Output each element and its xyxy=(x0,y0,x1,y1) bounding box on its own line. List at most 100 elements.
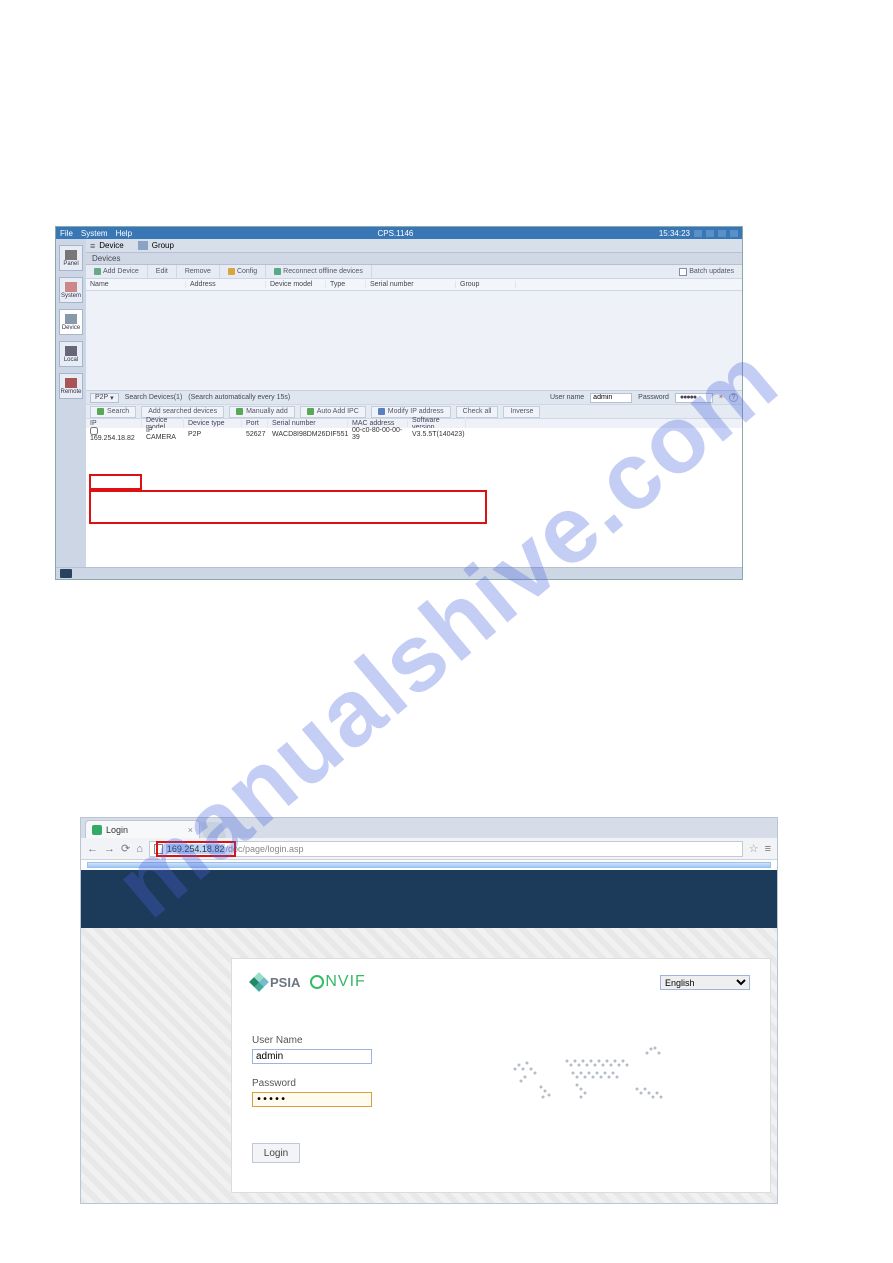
tab-title: Login xyxy=(106,825,128,835)
tab-close-icon[interactable]: × xyxy=(188,825,193,835)
result-row[interactable]: 169.254.18.82 IP CAMERA P2P 52627 WACD8I… xyxy=(86,428,742,440)
manually-add-button[interactable]: Manually add xyxy=(229,406,295,418)
device-toolbar: Add Device Edit Remove Config Reconnect … xyxy=(86,265,742,279)
row-checkbox[interactable] xyxy=(90,427,98,435)
p2p-dropdown[interactable]: P2P ▾ xyxy=(90,393,119,403)
nav-system[interactable]: System xyxy=(59,277,83,303)
reconnect-label: Reconnect offline devices xyxy=(283,268,363,275)
psia-icon xyxy=(249,972,269,992)
add-device-label: Add Device xyxy=(103,268,139,275)
cell-sn: WACD8I98DM26DIF551 xyxy=(268,431,348,438)
password-input[interactable] xyxy=(252,1092,372,1107)
reconnect-button[interactable]: Reconnect offline devices xyxy=(266,265,372,278)
password-label: Password xyxy=(638,394,669,401)
home-icon[interactable]: ⌂ xyxy=(136,843,143,855)
lock-icon[interactable] xyxy=(694,230,702,237)
refresh-icon xyxy=(274,268,281,275)
checkbox-icon[interactable] xyxy=(679,268,687,276)
page-hero xyxy=(81,870,777,928)
menu-file[interactable]: File xyxy=(60,229,73,238)
edit-button[interactable]: Edit xyxy=(148,265,177,278)
page-icon xyxy=(154,844,163,854)
result-blank xyxy=(86,468,742,567)
world-map-graphic xyxy=(497,1039,687,1119)
app-title: CPS.1146 xyxy=(132,229,659,238)
login-button[interactable]: Login xyxy=(252,1143,300,1163)
nav-remote[interactable]: Remote xyxy=(59,373,83,399)
language-select-wrap: English xyxy=(660,975,750,990)
psia-logo: PSIA xyxy=(252,975,300,990)
cell-sv: V3.5.5T(140423) xyxy=(408,431,466,438)
inverse-button[interactable]: Inverse xyxy=(503,406,540,418)
config-label: Config xyxy=(237,268,257,275)
forward-icon[interactable]: → xyxy=(104,843,115,855)
cms-titlebar: File System Help CPS.1146 15:34:23 xyxy=(56,227,742,239)
auto-add-button[interactable]: Auto Add IPC xyxy=(300,406,366,418)
browser-tabstrip: Login × xyxy=(81,818,777,838)
plus-icon xyxy=(236,408,243,415)
nav-local[interactable]: Local xyxy=(59,341,83,367)
nav-device[interactable]: Device xyxy=(59,309,83,335)
result-columns: IP Device model Device type Port Serial … xyxy=(86,418,742,428)
camera-icon xyxy=(60,569,72,578)
search-hint: (Search automatically every 15s) xyxy=(188,394,290,401)
plus-icon xyxy=(94,268,101,275)
manually-label: Manually add xyxy=(246,408,288,415)
autoadd-label: Auto Add IPC xyxy=(317,408,359,415)
col-group: Group xyxy=(456,281,516,288)
cell-mac: 00-c0-80-00-00-39 xyxy=(348,427,408,441)
status-bar xyxy=(56,567,742,579)
nav-panel-label: Panel xyxy=(63,261,78,267)
back-icon[interactable]: ← xyxy=(87,843,98,855)
nav-system-label: System xyxy=(61,293,81,299)
menu-system[interactable]: System xyxy=(81,229,108,238)
device-icon xyxy=(65,314,77,324)
close-small-icon[interactable]: × xyxy=(719,394,723,401)
close-icon[interactable] xyxy=(730,230,738,237)
add-device-button[interactable]: Add Device xyxy=(86,265,148,278)
username-input[interactable] xyxy=(252,1049,372,1064)
col-serial: Serial number xyxy=(366,281,456,288)
cell-dt: P2P xyxy=(184,431,242,438)
nav-device-label: Device xyxy=(62,325,80,331)
rcol-sn: Serial number xyxy=(268,420,348,427)
help-icon[interactable]: ? xyxy=(729,393,738,402)
user-name-input[interactable] xyxy=(590,393,632,403)
nav-panel[interactable]: Panel xyxy=(59,245,83,271)
config-button[interactable]: Config xyxy=(220,265,266,278)
result-blank xyxy=(86,454,742,468)
url-input[interactable]: 169.254.18.82/doc/page/login.asp xyxy=(149,841,743,857)
reload-icon[interactable]: ⟳ xyxy=(121,842,130,855)
onvif-o-icon xyxy=(310,975,324,989)
menu-icon[interactable]: ≡ xyxy=(765,843,771,855)
browser-tab[interactable]: Login × xyxy=(85,820,200,838)
remote-icon xyxy=(65,378,77,388)
password-dots[interactable]: ●●●●● xyxy=(675,393,713,403)
menu-help[interactable]: Help xyxy=(116,229,132,238)
minimize-icon[interactable] xyxy=(706,230,714,237)
onvif-logo: NVIF xyxy=(310,973,365,991)
rcol-dt: Device type xyxy=(184,420,242,427)
panel-icon xyxy=(65,250,77,260)
search-count: Search Devices(1) xyxy=(125,394,183,401)
main-tabs: ≡ Device Group xyxy=(86,239,742,253)
maximize-icon[interactable] xyxy=(718,230,726,237)
left-nav: Panel System Device Local Remote xyxy=(56,239,86,567)
tab-group[interactable]: Group xyxy=(152,241,174,250)
cell-dm: IP CAMERA xyxy=(142,427,184,441)
search-button[interactable]: Search xyxy=(90,406,136,418)
psia-text: PSIA xyxy=(270,975,300,990)
password-label: Password xyxy=(252,1078,442,1089)
language-select[interactable]: English xyxy=(660,975,750,990)
batch-updates[interactable]: Batch updates xyxy=(671,265,742,278)
bookmark-icon[interactable]: ☆ xyxy=(749,842,759,855)
rcol-port: Port xyxy=(242,420,268,427)
tab-device[interactable]: Device xyxy=(99,241,123,250)
search-refresh-icon xyxy=(97,408,104,415)
remove-button[interactable]: Remove xyxy=(177,265,220,278)
favicon-icon xyxy=(92,825,102,835)
new-tab-button[interactable] xyxy=(199,822,227,838)
col-name: Name xyxy=(86,281,186,288)
onvif-text: NVIF xyxy=(325,973,365,990)
user-name-label: User name xyxy=(550,394,584,401)
